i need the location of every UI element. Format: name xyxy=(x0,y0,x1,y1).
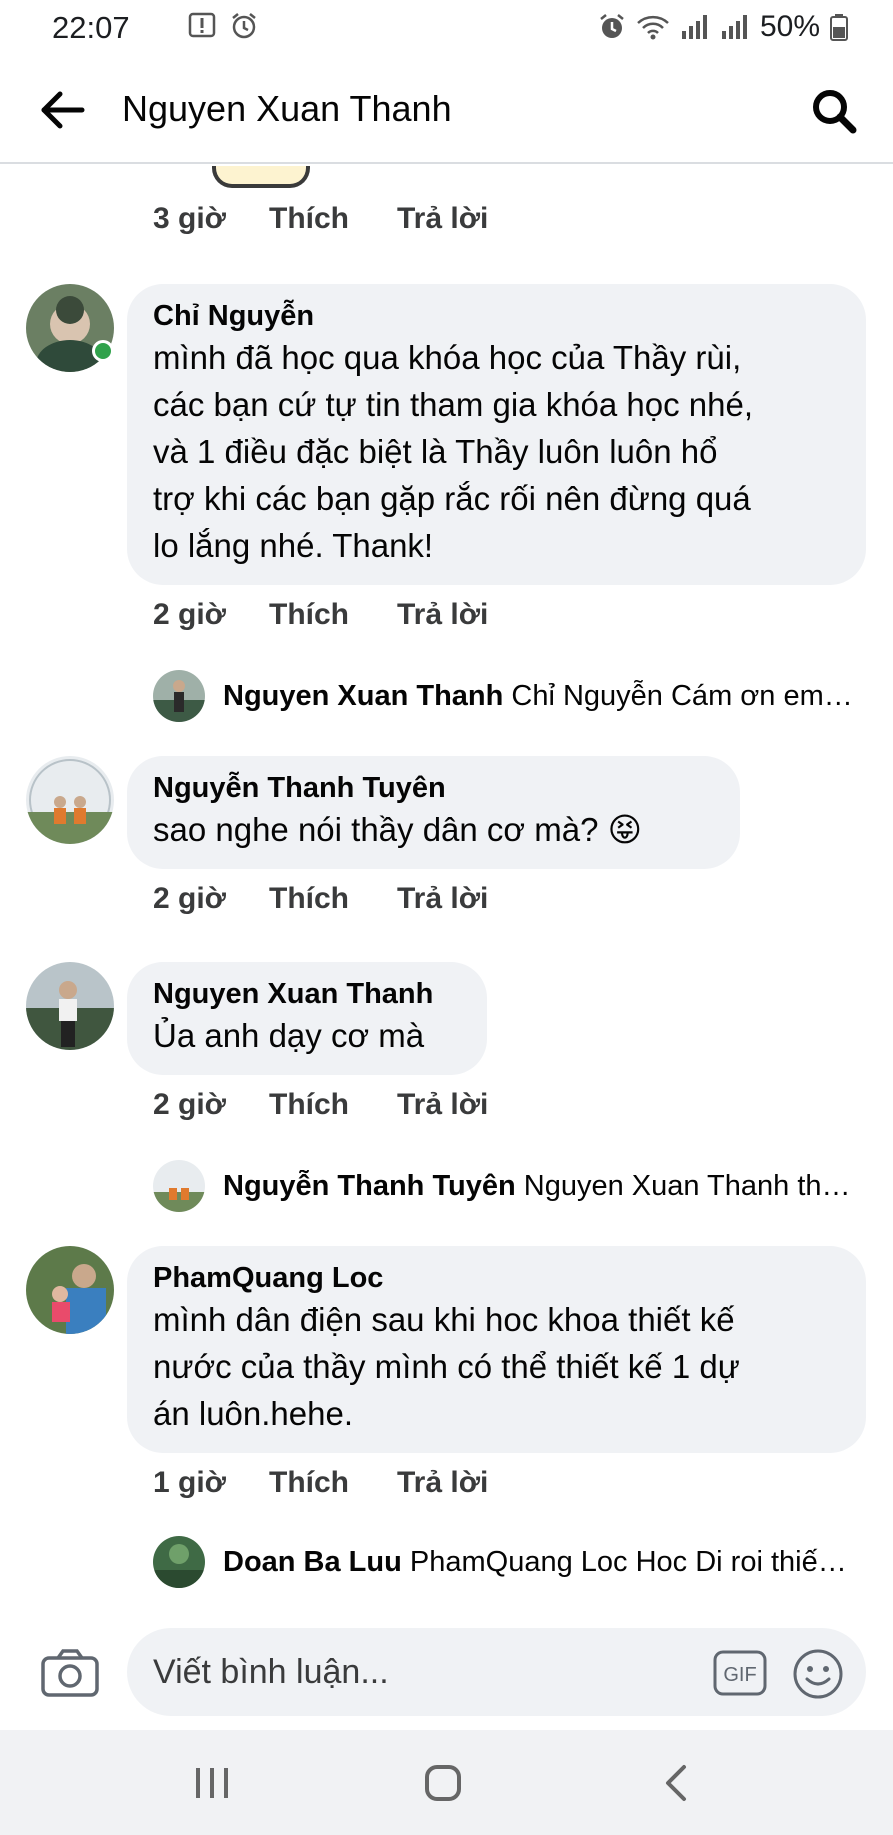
comment-author[interactable]: Nguyen Xuan Thanh xyxy=(153,976,461,1012)
reply-button[interactable]: Trả lời xyxy=(397,202,488,236)
avatar[interactable] xyxy=(26,962,114,1050)
comment-time: 2 giờ xyxy=(153,882,227,915)
nav-back-icon[interactable] xyxy=(660,1764,690,1802)
camera-icon[interactable] xyxy=(40,1648,100,1698)
avatar xyxy=(153,1160,205,1212)
gif-label: GIF xyxy=(723,1664,756,1686)
comment-author[interactable]: Nguyễn Thanh Tuyên xyxy=(153,770,714,806)
reply-author: Doan Ba Luu xyxy=(223,1545,402,1578)
alert-icon xyxy=(188,12,216,38)
comment-composer: GIF xyxy=(0,1612,893,1728)
avatar[interactable] xyxy=(26,756,114,844)
reply-snippet: Nguyen Xuan Thanh thế à xyxy=(523,1169,853,1202)
reply-snippet: PhamQuang Loc Hoc Di roi thiết kế xyxy=(409,1545,853,1578)
comment-feed[interactable]: 3 giờ Thích Trả lời Chỉ Nguyễn mình đã h… xyxy=(0,166,893,1598)
comment-text: sao nghe nói thầy dân cơ mà? 😝 xyxy=(153,811,643,848)
online-indicator xyxy=(92,340,114,362)
wifi-icon xyxy=(637,15,669,40)
status-time: 22:07 xyxy=(52,10,130,45)
like-button[interactable]: Thích xyxy=(269,598,397,632)
reply-button[interactable]: Trả lời xyxy=(397,882,488,916)
comment-bubble[interactable]: Nguyễn Thanh Tuyên sao nghe nói thầy dân… xyxy=(127,756,740,869)
header: Nguyen Xuan Thanh xyxy=(0,56,893,164)
comment-actions: 3 giờ Thích Trả lời xyxy=(153,202,488,236)
comment-actions: 2 giờ Thích Trả lời xyxy=(153,1088,488,1122)
comment-text: mình dân điện sau khi hoc khoa thiết kế … xyxy=(153,1301,740,1432)
reply-author: Nguyen Xuan Thanh xyxy=(223,679,504,712)
sticker-image xyxy=(212,166,310,188)
reply-preview[interactable]: Doan Ba Luu PhamQuang Loc Hoc Di roi thi… xyxy=(153,1536,853,1588)
reply-button[interactable]: Trả lời xyxy=(397,1088,488,1122)
reply-preview[interactable]: Nguyễn Thanh Tuyên Nguyen Xuan Thanh thế… xyxy=(153,1160,853,1212)
comment-actions: 2 giờ Thích Trả lời xyxy=(153,882,488,916)
search-icon[interactable] xyxy=(809,86,859,136)
comment-time: 1 giờ xyxy=(153,1466,227,1499)
system-nav-bar xyxy=(0,1730,893,1835)
alarm-icon xyxy=(232,13,256,39)
reply-snippet: Chỉ Nguyễn Cám ơn em nhé xyxy=(511,679,853,712)
gif-icon[interactable]: GIF xyxy=(713,1650,767,1696)
like-button[interactable]: Thích xyxy=(269,1466,397,1500)
recent-apps-icon[interactable] xyxy=(192,1766,232,1800)
alarm-icon xyxy=(600,14,624,38)
comment-bubble[interactable]: Chỉ Nguyễn mình đã học qua khóa học của … xyxy=(127,284,866,585)
comment-time: 3 giờ xyxy=(153,202,227,235)
comment-bubble[interactable]: Nguyen Xuan Thanh Ủa anh dạy cơ mà xyxy=(127,962,487,1075)
comment-author[interactable]: PhamQuang Loc xyxy=(153,1260,840,1296)
page-title: Nguyen Xuan Thanh xyxy=(122,88,452,129)
emoji-icon[interactable] xyxy=(792,1648,844,1700)
comment-bubble[interactable]: PhamQuang Loc mình dân điện sau khi hoc … xyxy=(127,1246,866,1453)
battery-icon xyxy=(830,14,848,41)
signal-icon xyxy=(721,15,747,39)
like-button[interactable]: Thích xyxy=(269,882,397,916)
comment-text: Ủa anh dạy cơ mà xyxy=(153,1017,425,1054)
comment-actions: 1 giờ Thích Trả lời xyxy=(153,1466,488,1500)
like-button[interactable]: Thích xyxy=(269,1088,397,1122)
reply-author: Nguyễn Thanh Tuyên xyxy=(223,1169,516,1202)
reply-button[interactable]: Trả lời xyxy=(397,1466,488,1500)
signal-icon xyxy=(681,15,707,39)
comment-time: 2 giờ xyxy=(153,1088,227,1121)
back-arrow-icon[interactable] xyxy=(38,88,86,132)
avatar xyxy=(153,1536,205,1588)
avatar[interactable] xyxy=(26,1246,114,1334)
comment-time: 2 giờ xyxy=(153,598,227,631)
home-icon[interactable] xyxy=(424,1764,462,1802)
comment-text: mình đã học qua khóa học của Thầy rùi, c… xyxy=(153,339,754,564)
like-button[interactable]: Thích xyxy=(269,202,397,236)
avatar xyxy=(153,670,205,722)
comment-actions: 2 giờ Thích Trả lời xyxy=(153,598,488,632)
comment-author[interactable]: Chỉ Nguyễn xyxy=(153,298,840,334)
battery-percent: 50% xyxy=(759,10,820,43)
reply-button[interactable]: Trả lời xyxy=(397,598,488,632)
status-bar: 22:07 50% xyxy=(0,0,893,56)
reply-preview[interactable]: Nguyen Xuan Thanh Chỉ Nguyễn Cám ơn em n… xyxy=(153,670,853,722)
